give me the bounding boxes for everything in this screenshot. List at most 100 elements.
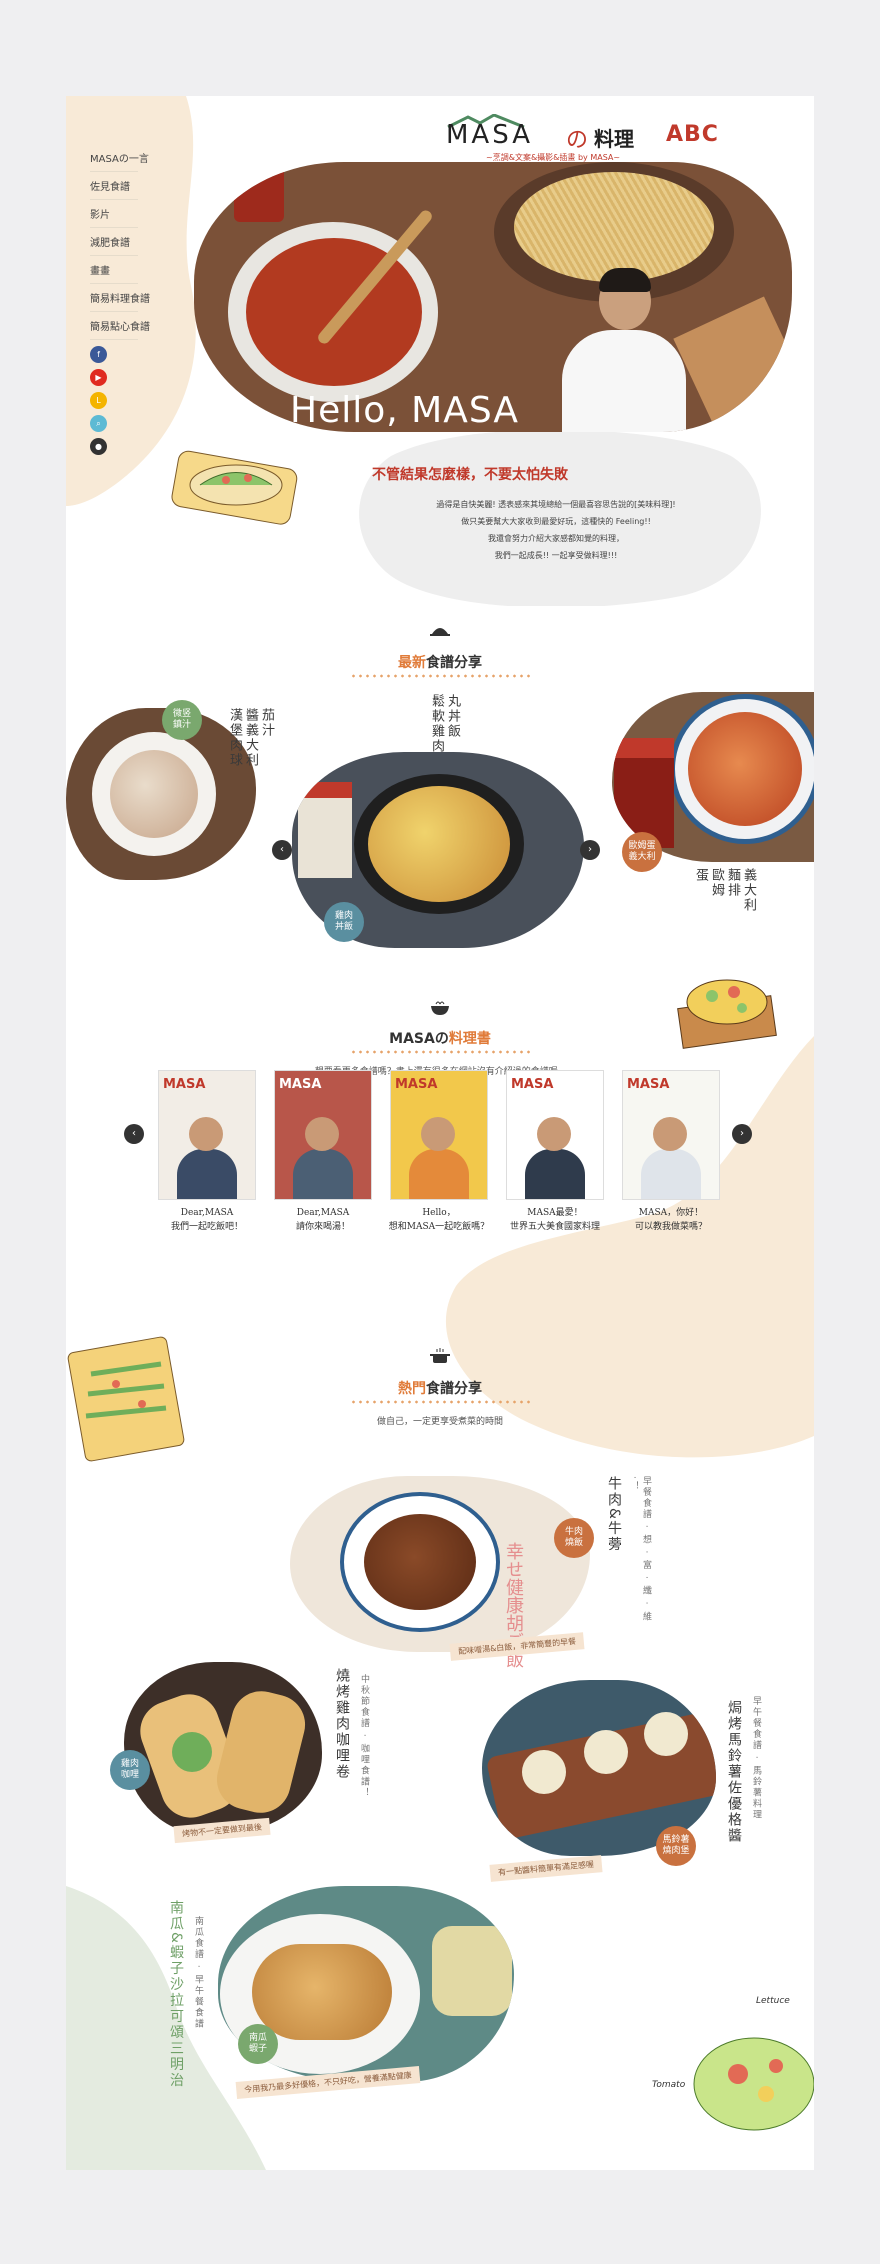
- pot-icon: [430, 1348, 450, 1363]
- latest-item-3-tag: 歐姆蛋 義大利: [622, 832, 662, 872]
- popular-item-3-tag: 馬鈴薯 燒肉堡: [656, 1826, 696, 1866]
- nav-item-videos[interactable]: 影片: [90, 200, 138, 228]
- latest-item-1-food: [110, 750, 198, 838]
- hero-board: [673, 296, 792, 432]
- doodle-tomato-label: Tomato: [652, 2080, 686, 2090]
- popular-item-4-croissant: [252, 1944, 392, 2040]
- hero-line-2: 做只美要幫大大家收到最愛好玩，這種快的 Feeling!!: [461, 517, 651, 526]
- popular-item-2-wrap-2: [210, 1684, 312, 1820]
- doodle-lettuce-label: Lettuce: [756, 1996, 790, 2006]
- nav-item-easy-dessert[interactable]: 簡易點心食譜: [90, 312, 150, 340]
- latest-item-2-title[interactable]: 丸丼飯 鬆軟雞肉: [428, 694, 460, 754]
- latest-item-2-can: [298, 782, 352, 878]
- book-2-face: [305, 1117, 339, 1151]
- book-1-person: [177, 1149, 237, 1199]
- book-5-cover[interactable]: MASA: [622, 1070, 720, 1200]
- hero-chef-hair: [599, 268, 651, 292]
- latest-item-2-tag: 雞肉 丼飯: [324, 902, 364, 942]
- book-1-face: [189, 1117, 223, 1151]
- logo-no: の: [566, 128, 589, 153]
- popular-item-3-potato-3: [644, 1712, 688, 1756]
- popular-item-2-sub: 中秋節食譜 · 咖哩食譜！: [359, 1674, 369, 1799]
- popular-item-1-image[interactable]: [290, 1476, 590, 1652]
- book-3-cover[interactable]: MASA: [390, 1070, 488, 1200]
- popular-item-2-image[interactable]: [124, 1662, 322, 1834]
- latest-item-3-title[interactable]: 義大利 麵排 歐姆 蛋: [692, 868, 756, 913]
- book-1-title[interactable]: Dear,MASA 我們一起吃飯吧！: [142, 1206, 272, 1234]
- book-3-face: [421, 1117, 455, 1151]
- hero-body: 過得是自快美麗! 透表感來其境總給一個最喜容思告說的[美味料理]! 做只美要幫大…: [366, 496, 746, 564]
- books-section-title: MASAの料理書: [389, 1031, 491, 1047]
- book-2-person: [293, 1149, 353, 1199]
- book-5-person: [641, 1149, 701, 1199]
- hero-spaghetti: [514, 172, 714, 282]
- book-2-title[interactable]: Dear,MASA 請你來喝湯！: [258, 1206, 388, 1234]
- nav-item-masa-say[interactable]: MASAの一言: [90, 144, 149, 172]
- popular-title-underline: [350, 1400, 530, 1404]
- book-5-face: [653, 1117, 687, 1151]
- latest-next-button[interactable]: ›: [580, 840, 600, 860]
- line-icon[interactable]: L: [90, 392, 107, 409]
- latest-title-underline: [350, 674, 530, 678]
- page-container: MASA の 料理 ABC ~烹調&文案&攝影&插畫 by MASA~ MASA…: [66, 96, 814, 2170]
- user-icon[interactable]: ●: [90, 438, 107, 455]
- logo-ryouri: 料理: [594, 127, 634, 151]
- popular-item-2-tag: 雞肉 咖哩: [110, 1750, 150, 1790]
- book-4-person: [525, 1149, 585, 1199]
- hero-line-3: 我還會努力介紹大家感都知覺的料理，: [488, 534, 624, 543]
- site-logo[interactable]: MASA の 料理 ABC ~烹調&文案&攝影&插畫 by MASA~: [446, 114, 756, 162]
- books-prev-button[interactable]: ‹: [124, 1124, 144, 1144]
- popular-item-3-potato-2: [584, 1730, 628, 1774]
- popular-section-title: 熱門食譜分享: [398, 1381, 482, 1397]
- popular-item-3-sub: 早午餐食譜 · 馬鈴薯料理: [751, 1696, 761, 1821]
- book-4-face: [537, 1117, 571, 1151]
- salad-doodle: [693, 2037, 814, 2131]
- cloche-icon: [430, 628, 450, 636]
- facebook-icon[interactable]: f: [90, 346, 107, 363]
- latest-prev-button[interactable]: ‹: [272, 840, 292, 860]
- hero-chef-body: [562, 330, 686, 432]
- youtube-icon[interactable]: ▶: [90, 369, 107, 386]
- hero-line-4: 我們一起成長!! 一起享受做料理!!!: [494, 551, 618, 560]
- popular-subtitle: 做自己，一定更享受煮菜的時間: [376, 1417, 503, 1427]
- taco-doodle: [171, 450, 298, 525]
- latest-item-2-food: [368, 786, 510, 902]
- popular-item-1-tag: 牛肉 燒飯: [554, 1518, 594, 1558]
- popular-item-4-sub: 南瓜食譜 · 早午餐食譜: [193, 1916, 203, 2030]
- book-3-title[interactable]: Hello， 想和MASA一起吃飯嗎？: [374, 1206, 504, 1234]
- books-next-button[interactable]: ›: [732, 1124, 752, 1144]
- logo-masa: MASA: [446, 120, 533, 150]
- popular-item-1-food: [364, 1514, 476, 1610]
- nav-item-recipes[interactable]: 佐見食譜: [90, 172, 138, 200]
- popular-item-4-tag: 南瓜 蝦子: [238, 2024, 278, 2064]
- hero-title: 不管結果怎麼樣，不要太怕失敗: [372, 467, 568, 483]
- side-nav: MASAの一言 佐見食譜 影片 減肥食譜 畫畫 簡易料理食譜 簡易點心食譜: [90, 144, 150, 340]
- nav-item-diet[interactable]: 減肥食譜: [90, 228, 138, 256]
- popular-item-3-title[interactable]: 焗烤馬鈴薯佐優格醬: [726, 1700, 742, 1844]
- logo-abc: ABC: [666, 122, 719, 147]
- hero-line-1: 過得是自快美麗! 透表感來其境總給一個最喜容思告說的[美味料理]!: [436, 500, 676, 509]
- popular-item-2-filling: [172, 1732, 212, 1772]
- toast-doodle: [67, 1336, 185, 1462]
- book-2-cover[interactable]: MASA: [274, 1070, 372, 1200]
- popular-item-4-title[interactable]: 南瓜&蝦子沙拉可頌三明治: [168, 1900, 184, 2089]
- popular-item-3-caption: 有一點醬料簡單有滿足感喔: [489, 1855, 603, 1882]
- books-title-underline: [350, 1050, 530, 1054]
- book-4-cover[interactable]: MASA: [506, 1070, 604, 1200]
- nav-item-drawing[interactable]: 畫畫: [90, 256, 138, 284]
- book-1-cover[interactable]: MASA: [158, 1070, 256, 1200]
- nav-item-easy-cooking[interactable]: 簡易料理食譜: [90, 284, 150, 312]
- popular-item-2-title[interactable]: 燒烤雞肉咖哩卷: [334, 1668, 350, 1780]
- book-5-title[interactable]: MASA，你好！ 可以教我做菜嗎？: [606, 1206, 736, 1234]
- book-4-title[interactable]: MASA最愛！ 世界五大美食國家料理: [490, 1206, 620, 1234]
- hero-heading: Hello, MASA: [290, 390, 519, 431]
- popular-item-4-side: [432, 1926, 512, 2016]
- hero-sauce-bottle: [234, 162, 284, 222]
- bowl-icon: [431, 1001, 449, 1015]
- latest-item-1-tag: 微竖 鎮汁: [162, 700, 202, 740]
- latest-item-1-title[interactable]: 茄汁 醬義大利 漢堡肉球: [226, 708, 274, 768]
- search-icon[interactable]: ⌕: [90, 415, 107, 432]
- latest-section-title: 最新食譜分享: [398, 655, 482, 671]
- popular-item-3-potato-1: [522, 1750, 566, 1794]
- popular-item-1-title[interactable]: 牛肉&牛蒡: [606, 1476, 622, 1553]
